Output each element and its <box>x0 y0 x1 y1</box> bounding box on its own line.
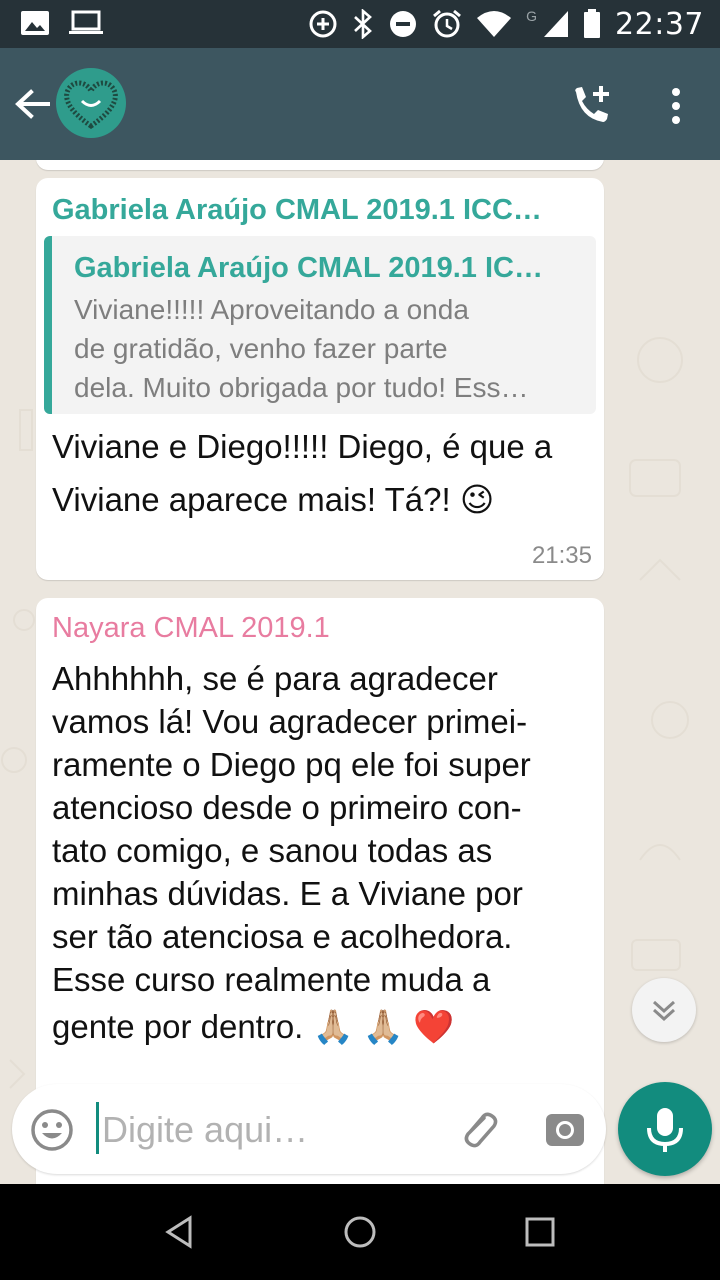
data-saver-icon <box>309 10 337 38</box>
message-text-line: Viviane e Diego!!!!! Diego, é que a <box>52 428 553 465</box>
message-text-line: tato comigo, e sanou todas as <box>52 832 493 869</box>
status-time: 22:37 <box>615 6 704 42</box>
message-time: 21:35 <box>531 542 592 569</box>
camera-icon[interactable] <box>544 1108 586 1150</box>
message-sender[interactable]: Nayara CMAL 2019.1 <box>52 612 330 645</box>
chat-header <box>0 48 720 160</box>
nav-recents-icon[interactable] <box>520 1212 560 1252</box>
message-text-line: minhas dúvidas. E a Viviane por <box>52 875 523 912</box>
network-type-label: G <box>526 8 538 24</box>
message-text-line: ser tão atenciosa e acolhedora. <box>52 918 513 955</box>
heart-smile-icon <box>64 80 118 130</box>
do-not-disturb-icon <box>390 11 417 37</box>
quoted-text-line: Viviane!!!!! Aproveitando a onda <box>74 294 469 325</box>
message-text-line: ramente o Diego pq ele foi super <box>52 746 531 783</box>
attach-icon[interactable] <box>454 1106 500 1152</box>
quoted-text-line: de gratidão, venho fazer parte <box>74 333 448 364</box>
more-vert-icon[interactable] <box>662 82 690 130</box>
wifi-icon <box>477 11 512 37</box>
bluetooth-icon <box>354 9 373 39</box>
message-list[interactable]: Gabriela Araújo CMAL 2019.1 ICC… Gabriel… <box>0 160 720 1184</box>
message-bubble[interactable]: Gabriela Araújo CMAL 2019.1 ICC… Gabriel… <box>36 178 604 580</box>
quoted-text-line: dela. Muito obrigada por tudo! Ess… <box>74 372 529 403</box>
scroll-to-bottom-button[interactable] <box>632 978 696 1042</box>
laptop-icon <box>69 10 103 34</box>
battery-icon <box>584 9 601 38</box>
add-call-icon[interactable] <box>568 82 616 130</box>
message-text-line: atencioso desde o primeiro con- <box>52 789 522 826</box>
system-navigation-bar <box>0 1184 720 1280</box>
quoted-sender: Gabriela Araújo CMAL 2019.1 IC… <box>74 252 543 284</box>
image-icon <box>21 11 49 35</box>
double-chevron-down-icon <box>652 1000 676 1022</box>
nav-home-icon[interactable] <box>340 1212 380 1252</box>
nav-back-icon[interactable] <box>160 1212 200 1252</box>
message-text-line: Ahhhhhh, se é para agradecer <box>52 660 498 697</box>
message-sender[interactable]: Gabriela Araújo CMAL 2019.1 ICC… <box>52 194 542 227</box>
quoted-message[interactable]: Gabriela Araújo CMAL 2019.1 IC… Viviane!… <box>44 236 596 414</box>
message-composer <box>12 1084 606 1174</box>
message-text-line: Viviane aparece mais! Tá?! 😉 <box>52 481 495 518</box>
message-input[interactable] <box>102 1108 432 1152</box>
text-cursor <box>96 1102 99 1154</box>
message-text-line: gente por dentro. 🙏🏼 🙏🏼 ❤️ <box>52 1008 455 1045</box>
voice-message-button[interactable] <box>618 1082 712 1176</box>
previous-message-bubble <box>36 160 604 170</box>
group-avatar[interactable] <box>56 68 126 138</box>
message-text-line: Esse curso realmente muda a <box>52 961 491 998</box>
message-text-line: vamos lá! Vou agradecer primei- <box>52 703 528 740</box>
alarm-icon <box>433 9 462 38</box>
microphone-icon <box>647 1108 683 1152</box>
back-arrow-icon[interactable] <box>12 84 52 124</box>
status-bar: G 22:37 <box>0 0 720 48</box>
emoji-icon[interactable] <box>30 1108 74 1152</box>
signal-icon <box>544 11 569 37</box>
